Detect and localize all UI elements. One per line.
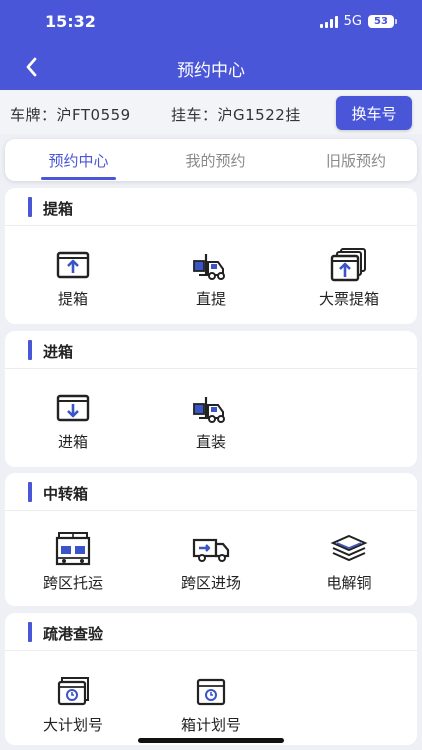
- tab-underline: [41, 177, 116, 180]
- section-title: 提箱: [43, 200, 74, 218]
- network-type: 5G: [343, 14, 362, 29]
- forklift-icon: [193, 397, 225, 423]
- section-title: 进箱: [43, 343, 74, 361]
- menu-item-label: 跨区托运: [42, 574, 103, 592]
- status-time: 15:32: [45, 12, 96, 31]
- box-clock-icon: [196, 678, 226, 706]
- home-indicator: [138, 738, 284, 743]
- menu-item-direct-load[interactable]: 直装: [156, 391, 266, 452]
- menu-item-label: 电解铜: [326, 574, 372, 592]
- trailer-number: 挂车：沪G1522挂: [171, 106, 301, 124]
- section-title: 中转箱: [43, 485, 89, 503]
- battery-icon: 53: [368, 15, 397, 28]
- signal-icon: [319, 15, 338, 28]
- truck-icon: [192, 538, 230, 562]
- menu-item-label: 进箱: [57, 433, 88, 451]
- menu-item-cross-zone-consign[interactable]: 跨区托运: [18, 532, 128, 593]
- menu-item-label: 跨区进场: [180, 574, 241, 592]
- menu-item-label: 大票提箱: [318, 290, 379, 308]
- warehouse-icon: [55, 532, 91, 566]
- section-accent-bar: [28, 197, 32, 217]
- section-port-inspection: 疏港查验 大计划号 箱计划号: [5, 613, 417, 745]
- stacked-boxes-up-icon: [330, 248, 366, 282]
- menu-item-bulk-pickup[interactable]: 大票提箱: [294, 248, 404, 309]
- section-header: 进箱: [5, 331, 417, 369]
- menu-item-cross-zone-entry[interactable]: 跨区进场: [156, 532, 266, 593]
- plate-number: 车牌：沪FT0559: [10, 106, 131, 124]
- menu-item-electrolytic-copper[interactable]: 电解铜: [294, 532, 404, 593]
- page-title: 预约中心: [177, 61, 245, 81]
- menu-item-label: 提箱: [57, 290, 88, 308]
- box-up-icon: [56, 251, 90, 279]
- status-indicators: 5G 53: [319, 14, 397, 29]
- section-accent-bar: [28, 622, 32, 642]
- section-delivery: 进箱 进箱 直装: [5, 331, 417, 467]
- section-header: 中转箱: [5, 473, 417, 511]
- menu-item-label: 直提: [195, 290, 226, 308]
- menu-item-delivery[interactable]: 进箱: [18, 391, 128, 452]
- box-down-icon: [56, 394, 90, 422]
- section-accent-bar: [28, 482, 32, 502]
- menu-item-master-plan-number[interactable]: 大计划号: [18, 674, 128, 735]
- menu-item-pickup[interactable]: 提箱: [18, 248, 128, 309]
- section-header: 疏港查验: [5, 613, 417, 651]
- section-accent-bar: [28, 340, 32, 360]
- switch-plate-button[interactable]: 换车号: [336, 96, 412, 130]
- menu-item-label: 大计划号: [42, 716, 103, 734]
- tab-bar: 预约中心 我的预约 旧版预约: [5, 139, 417, 181]
- section-pickup: 提箱 提箱 直提 大票提箱: [5, 188, 417, 324]
- menu-item-direct-pickup[interactable]: 直提: [156, 248, 266, 309]
- app-header: 15:32 5G 53 预约中心: [0, 0, 422, 90]
- tab-legacy-booking[interactable]: 旧版预约: [301, 139, 411, 181]
- menu-item-label: 箱计划号: [180, 716, 241, 734]
- copper-plates-icon: [330, 534, 368, 562]
- tab-my-bookings[interactable]: 我的预约: [164, 139, 267, 181]
- menu-item-box-plan-number[interactable]: 箱计划号: [156, 674, 266, 735]
- menu-item-label: 直装: [195, 433, 226, 451]
- section-header: 提箱: [5, 188, 417, 226]
- forklift-icon: [193, 254, 225, 280]
- tab-booking-center[interactable]: 预约中心: [27, 139, 130, 181]
- section-title: 疏港查验: [43, 625, 104, 643]
- section-transfer: 中转箱 跨区托运 跨区进场 电解铜: [5, 473, 417, 606]
- box-clock-stack-icon: [57, 677, 89, 706]
